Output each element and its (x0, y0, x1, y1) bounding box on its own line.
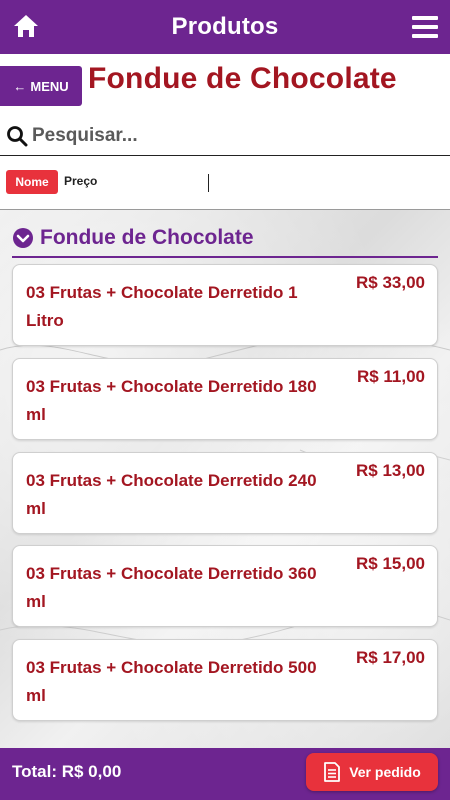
text-cursor (208, 174, 209, 192)
page-title: Fondue de Chocolate (88, 62, 397, 95)
arrow-left-icon: ← (13, 78, 27, 94)
product-card[interactable]: 03 Frutas + Chocolate Derretido 180 ml R… (12, 358, 438, 440)
sort-row: Nome Preço (0, 156, 450, 210)
view-order-button[interactable]: Ver pedido (306, 753, 438, 791)
home-icon[interactable] (12, 13, 40, 39)
order-total: Total: R$ 0,00 (12, 762, 122, 781)
document-icon (324, 762, 341, 782)
product-card[interactable]: 03 Frutas + Chocolate Derretido 360 ml R… (12, 545, 438, 627)
product-name: 03 Frutas + Chocolate Derretido 180 ml (26, 377, 317, 424)
product-name: 03 Frutas + Chocolate Derretido 240 ml (26, 471, 317, 518)
back-menu-label: MENU (30, 78, 69, 94)
product-name: 03 Frutas + Chocolate Derretido 1 Litro (26, 283, 298, 330)
product-price: R$ 15,00 (356, 554, 425, 573)
product-name: 03 Frutas + Chocolate Derretido 500 ml (26, 658, 317, 705)
product-price: R$ 13,00 (356, 461, 425, 480)
bottom-bar: Total: R$ 0,00 Ver pedido (0, 748, 450, 800)
search-bar (0, 116, 450, 156)
category-title: Fondue de Chocolate (40, 226, 254, 249)
search-icon (7, 125, 28, 146)
product-price: R$ 11,00 (356, 367, 425, 386)
sort-by-price-button[interactable]: Preço (64, 174, 97, 188)
header-area: ← MENU Fondue de Chocolate Nome Preço (0, 54, 450, 210)
category-header[interactable]: Fondue de Chocolate (12, 220, 438, 258)
chevron-down-circle-icon (13, 228, 33, 248)
product-card[interactable]: 03 Frutas + Chocolate Derretido 500 ml R… (12, 639, 438, 721)
hamburger-menu-icon[interactable] (412, 16, 438, 38)
sort-by-name-button[interactable]: Nome (6, 170, 58, 194)
product-card[interactable]: 03 Frutas + Chocolate Derretido 1 Litro … (12, 264, 438, 346)
app-bar-title: Produtos (171, 13, 279, 40)
product-price: R$ 17,00 (356, 648, 425, 667)
search-input[interactable] (32, 124, 432, 147)
view-order-label: Ver pedido (349, 764, 421, 780)
product-card[interactable]: 03 Frutas + Chocolate Derretido 240 ml R… (12, 452, 438, 534)
product-name: 03 Frutas + Chocolate Derretido 360 ml (26, 564, 317, 611)
product-price: R$ 33,00 (356, 273, 425, 292)
back-menu-button[interactable]: ← MENU (0, 66, 82, 106)
top-app-bar: Produtos (0, 0, 450, 54)
